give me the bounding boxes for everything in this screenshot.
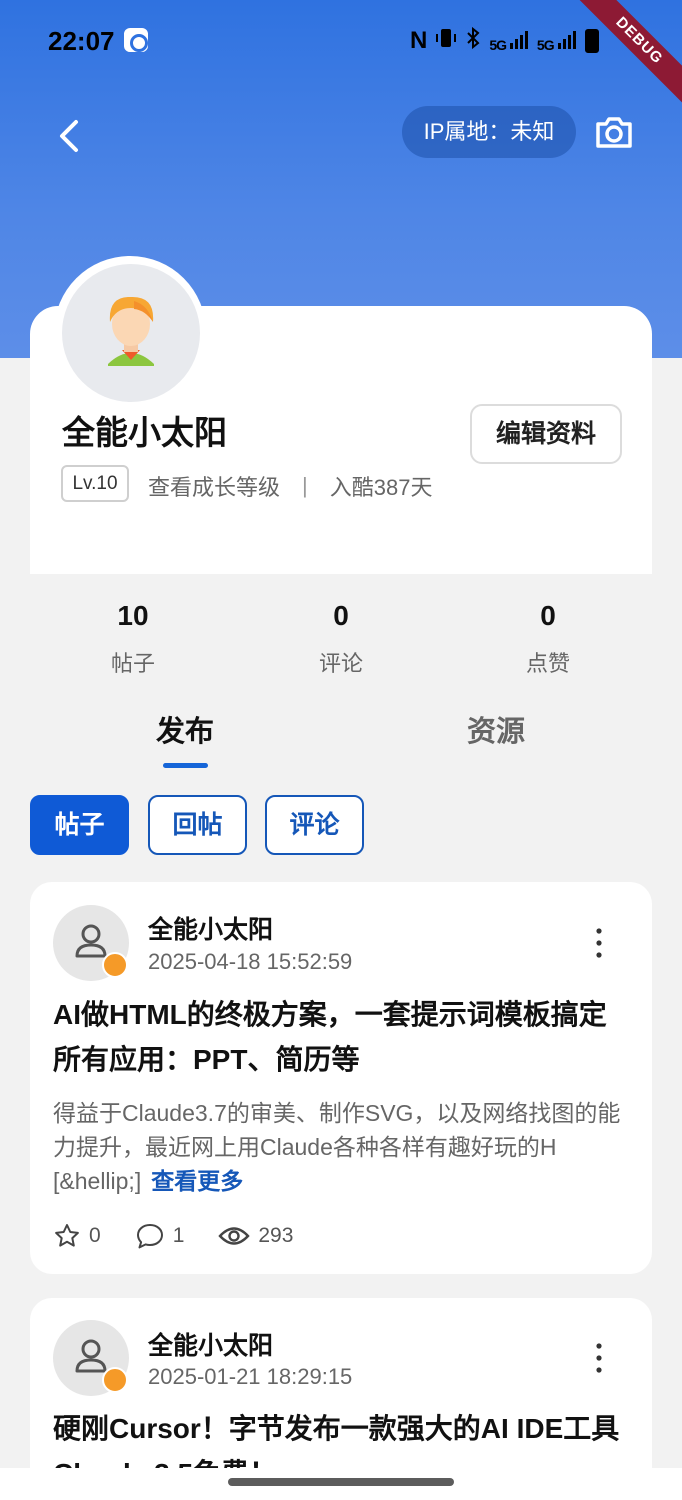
views-stat: 293	[218, 1222, 293, 1250]
post-title[interactable]: AI做HTML的终极方案，一套提示词模板搞定所有应用：PPT、简历等	[53, 992, 633, 1082]
post-time: 2025-04-18 15:52:59	[148, 949, 353, 974]
back-button[interactable]	[48, 112, 92, 160]
stat-label: 帖子	[110, 651, 155, 676]
member-days: 入酷387天	[329, 475, 433, 500]
signal-label-2: 5G	[536, 36, 555, 53]
stat-value: 0	[333, 600, 349, 631]
post-more-button[interactable]	[586, 1340, 612, 1376]
edit-profile-button[interactable]: 编辑资料	[470, 404, 622, 464]
bluetooth-icon	[465, 26, 481, 56]
status-time: 22:07	[48, 26, 115, 56]
verified-badge-icon	[102, 952, 128, 978]
avatar[interactable]	[62, 264, 200, 402]
camera-icon	[596, 117, 632, 148]
star-action[interactable]: 0	[53, 1222, 101, 1250]
post-author: 全能小太阳	[148, 1332, 274, 1360]
profile-stats: 10 帖子 0 评论 0 点赞	[30, 600, 652, 680]
more-vertical-icon	[596, 928, 602, 958]
active-tab-indicator	[163, 763, 208, 768]
view-count: 293	[258, 1224, 294, 1247]
verified-badge-icon	[102, 1367, 128, 1393]
profile-meta: 查看成长等级 | 入酷387天	[148, 470, 432, 502]
post-more-button[interactable]	[586, 925, 612, 961]
comment-count: 1	[172, 1224, 185, 1247]
status-bar: 22:07 N 5G 5G	[0, 0, 682, 80]
tab-publish[interactable]: 发布	[125, 708, 245, 750]
tab-resources[interactable]: 资源	[436, 708, 556, 750]
post-excerpt-text: 得益于Claude3.7的审美、制作SVG，以及网络找图的能力提升，最近网上用C…	[53, 1100, 621, 1194]
post-time: 2025-01-21 18:29:15	[148, 1364, 353, 1389]
profile-name: 全能小太阳	[62, 414, 227, 451]
app-notification-icon	[124, 28, 148, 52]
status-icons: N 5G 5G	[410, 26, 599, 56]
filter-replies[interactable]: 回帖	[148, 795, 247, 855]
level-badge: Lv.10	[61, 465, 129, 502]
stat-value: 0	[540, 600, 556, 631]
content-tabs: 发布 资源	[0, 700, 682, 772]
more-vertical-icon	[596, 1343, 602, 1373]
camera-button[interactable]	[594, 112, 634, 152]
read-more-link[interactable]: 查看更多	[151, 1168, 243, 1194]
stat-likes[interactable]: 0 点赞	[488, 600, 608, 678]
signal-strength-icon-2: 5G	[537, 30, 577, 53]
post-excerpt: 得益于Claude3.7的审美、制作SVG，以及网络找图的能力提升，最近网上用C…	[53, 1096, 635, 1198]
stat-label: 点赞	[525, 651, 570, 676]
stat-value: 10	[117, 600, 149, 631]
signal-label-1: 5G	[489, 36, 507, 53]
star-count: 0	[89, 1224, 101, 1247]
vibrate-icon	[435, 26, 457, 56]
avatar-illustration-icon	[108, 296, 154, 366]
post-author: 全能小太阳	[148, 916, 274, 944]
stat-posts[interactable]: 10 帖子	[73, 600, 193, 678]
meta-separator: |	[302, 473, 308, 498]
signal-strength-icon-1: 5G	[489, 30, 529, 53]
chevron-left-icon	[60, 120, 78, 152]
stat-label: 评论	[318, 651, 363, 676]
ip-location-badge: IP属地：未知	[402, 106, 576, 158]
filter-comments[interactable]: 评论	[265, 795, 364, 855]
comment-icon	[136, 1224, 163, 1249]
battery-icon	[584, 29, 599, 53]
comment-action[interactable]: 1	[135, 1222, 185, 1250]
nfc-icon: N	[410, 27, 428, 54]
star-icon	[55, 1224, 79, 1247]
filter-posts[interactable]: 帖子	[30, 795, 129, 855]
eye-icon	[218, 1227, 251, 1245]
post-actions: 0 1 293	[53, 1222, 327, 1250]
stat-comments[interactable]: 0 评论	[281, 600, 401, 678]
growth-level-link[interactable]: 查看成长等级	[148, 470, 280, 502]
post-card[interactable]: 全能小太阳 2025-04-18 15:52:59 AI做HTML的终极方案，一…	[30, 882, 652, 1274]
gesture-handle[interactable]	[228, 1478, 454, 1486]
